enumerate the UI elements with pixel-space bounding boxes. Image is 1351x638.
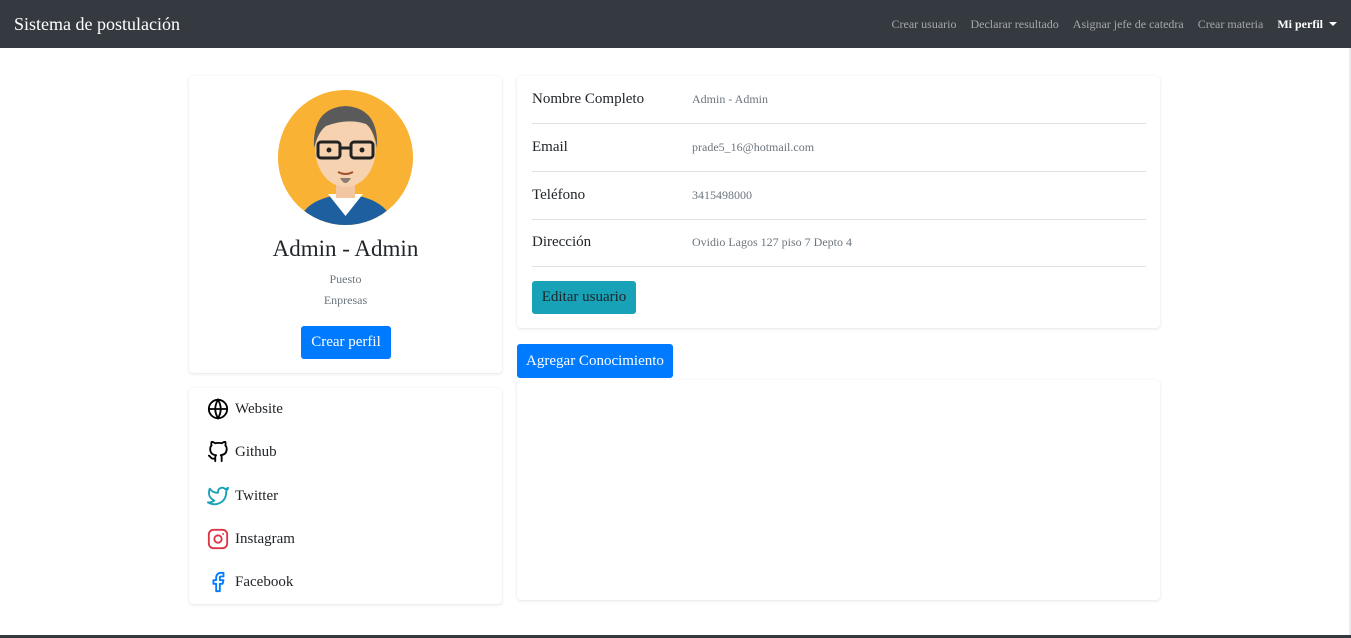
nav-link-declarar-resultado[interactable]: Declarar resultado — [970, 17, 1058, 32]
info-label: Nombre Completo — [532, 91, 645, 107]
link-website[interactable]: Website — [207, 398, 283, 420]
nav-link-crear-usuario[interactable]: Crear usuario — [892, 17, 957, 32]
link-github[interactable]: Github — [207, 441, 277, 463]
link-instagram-label: Instagram — [235, 530, 295, 547]
info-value: Admin - Admin — [692, 92, 769, 106]
info-value: 3415498000 — [692, 188, 752, 202]
info-value: Ovidio Lagos 127 piso 7 Depto 4 — [692, 235, 852, 249]
link-facebook[interactable]: Facebook — [207, 571, 293, 593]
facebook-icon — [212, 571, 225, 593]
link-twitter-label: Twitter — [235, 487, 279, 504]
profile-companies: Enpresas — [323, 293, 368, 307]
brand-title[interactable]: Sistema de postulación — [14, 14, 180, 35]
info-row-email: Email prade5_16@hotmail.com — [532, 124, 1146, 172]
info-row-address: Dirección Ovidio Lagos 127 piso 7 Depto … — [532, 219, 1146, 267]
social-links-card: Website Github Twitter Instagram Faceboo… — [189, 388, 502, 604]
navbar: Sistema de postulación Crear usuario Dec… — [0, 0, 1351, 48]
profile-menu-label: Mi perfil — [1277, 16, 1323, 31]
link-github-label: Github — [235, 443, 277, 460]
info-row-phone: Teléfono 3415498000 — [532, 172, 1146, 220]
profile-card: Admin - Admin Puesto Enpresas Crear perf… — [189, 76, 502, 373]
avatar-illustration — [278, 90, 413, 225]
twitter-icon — [207, 486, 229, 506]
avatar — [278, 90, 413, 225]
add-knowledge-button[interactable]: Agregar Conocimiento — [517, 344, 673, 378]
profile-name: Admin - Admin — [272, 236, 419, 261]
link-instagram[interactable]: Instagram — [207, 528, 295, 550]
github-icon — [207, 441, 228, 463]
link-facebook-label: Facebook — [235, 573, 294, 590]
info-value: prade5_16@hotmail.com — [692, 140, 815, 154]
info-label: Email — [532, 139, 568, 155]
edit-user-button[interactable]: Editar usuario — [532, 281, 636, 314]
create-profile-button[interactable]: Crear perfil — [301, 326, 391, 359]
nav-links: Crear usuario Declarar resultado Asignar… — [878, 17, 1337, 32]
user-info-card: Nombre Completo Admin - Admin Email prad… — [517, 76, 1160, 328]
nav-link-asignar-jefe[interactable]: Asignar jefe de catedra — [1073, 17, 1184, 32]
caret-down-icon — [1329, 22, 1337, 26]
info-label: Teléfono — [532, 187, 586, 203]
info-row-full-name: Nombre Completo Admin - Admin — [532, 76, 1146, 124]
instagram-icon — [207, 528, 229, 550]
knowledge-card — [517, 380, 1160, 600]
profile-menu-dropdown[interactable]: Mi perfil — [1277, 17, 1337, 32]
profile-position: Puesto — [329, 272, 362, 286]
globe-icon — [207, 398, 229, 420]
nav-link-crear-materia[interactable]: Crear materia — [1198, 17, 1264, 32]
link-twitter[interactable]: Twitter — [207, 485, 278, 507]
link-website-label: Website — [235, 400, 283, 417]
info-label: Dirección — [532, 234, 592, 250]
